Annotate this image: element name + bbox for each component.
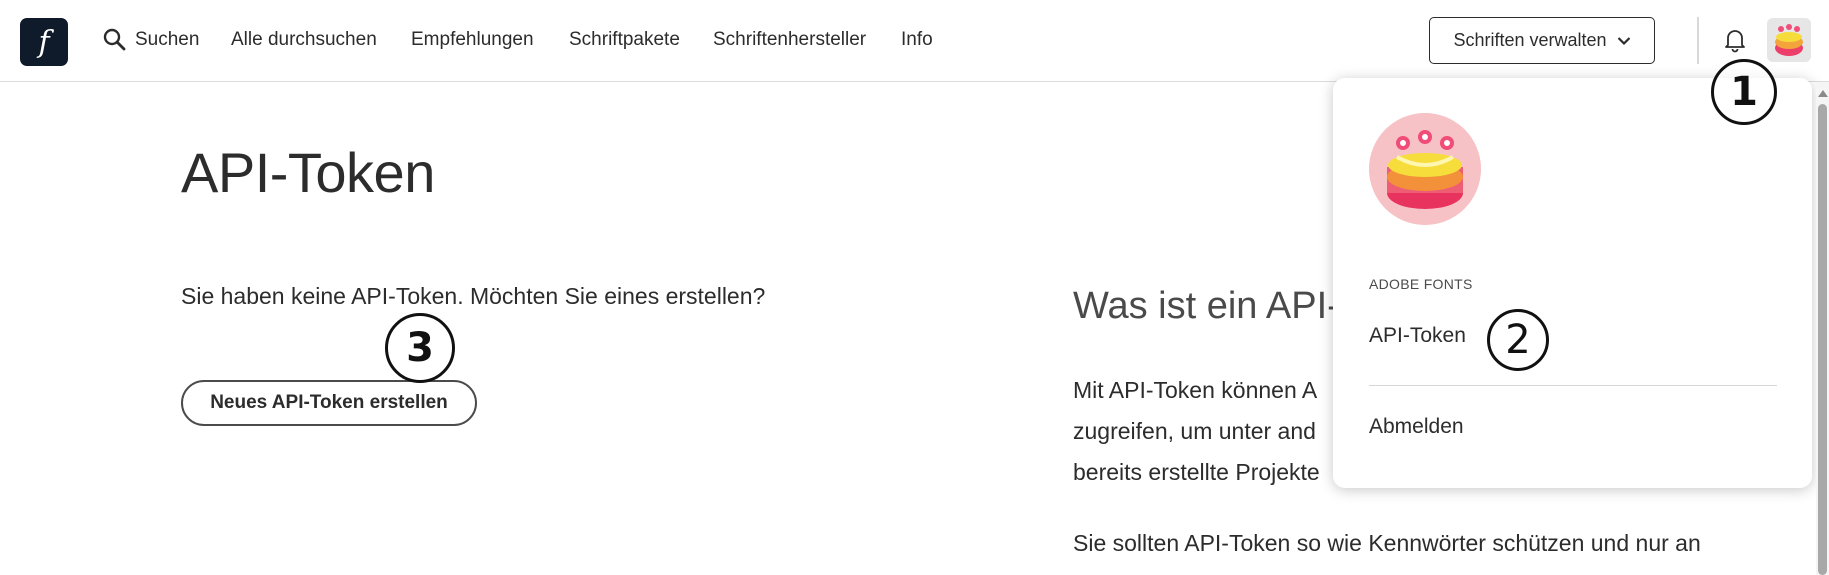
info-text-line: Mit API-Token können A [1073,377,1318,403]
bell-icon[interactable] [1722,27,1748,53]
search-icon[interactable] [102,27,126,51]
scroll-up-arrow-icon[interactable] [1818,90,1828,97]
logo-letter: f [38,24,50,60]
nav-search[interactable]: Suchen [135,29,199,51]
nav-info[interactable]: Info [901,29,933,51]
manage-fonts-label: Schriften verwalten [1453,30,1607,50]
info-text-line: zugreifen, um unter and [1073,418,1316,444]
nav-foundries[interactable]: Schriftenhersteller [713,29,866,51]
menu-item-sign-out[interactable]: Abmelden [1369,415,1464,439]
cake-avatar-icon [1369,113,1481,225]
info-heading: Was ist ein API-T [1073,285,1363,327]
annotation-marker-1: 1 [1711,59,1777,125]
chevron-down-icon [1617,36,1630,45]
menu-divider [1369,385,1777,386]
cake-avatar-icon [1767,18,1811,62]
no-tokens-message: Sie haben keine API-Token. Möchten Sie e… [181,283,766,309]
nav-browse-all[interactable]: Alle durchsuchen [231,29,377,51]
top-navigation-bar: f Suchen Alle durchsuchen Empfehlungen S… [0,0,1829,82]
header-divider [1697,17,1699,64]
manage-fonts-button[interactable]: Schriften verwalten [1429,17,1655,64]
account-dropdown-menu: ADOBE FONTS API-Token Abmelden [1333,78,1812,488]
info-text-line: Sie sollten API-Token so wie Kennwörter … [1073,530,1701,556]
dropdown-avatar [1369,113,1481,225]
annotation-marker-3: 3 [385,313,455,383]
dropdown-section-label: ADOBE FONTS [1369,276,1473,292]
info-text-line: bereits erstellte Projekte [1073,459,1320,485]
annotation-marker-2: 2 [1487,309,1549,371]
user-avatar-button[interactable] [1767,18,1811,62]
nav-font-packs[interactable]: Schriftpakete [569,29,680,51]
page-title: API-Token [181,141,435,204]
nav-recommendations[interactable]: Empfehlungen [411,29,534,51]
create-api-token-button[interactable]: Neues API-Token erstellen [181,380,477,426]
menu-item-api-token[interactable]: API-Token [1369,324,1466,348]
scrollbar-thumb[interactable] [1818,104,1827,575]
adobe-fonts-logo[interactable]: f [20,18,68,66]
